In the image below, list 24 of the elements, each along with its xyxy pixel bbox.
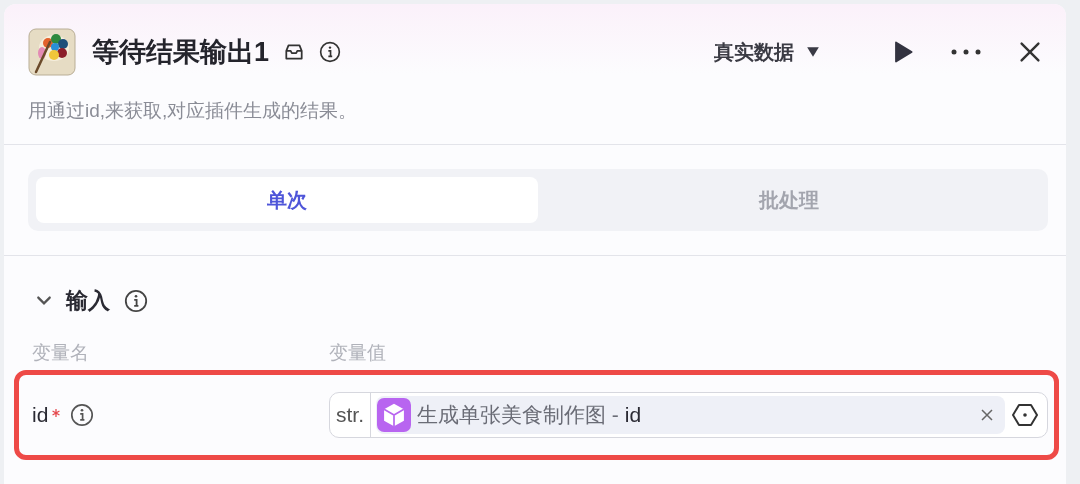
section-title: 输入 bbox=[66, 287, 110, 315]
column-header: 变量名 bbox=[32, 341, 90, 365]
more-icon[interactable] bbox=[950, 48, 982, 56]
variable-name: id bbox=[32, 403, 49, 427]
hexagon-icon[interactable] bbox=[1011, 403, 1039, 427]
cube-icon bbox=[377, 398, 411, 432]
source-node-name: 生成单张美食制作图 - bbox=[417, 402, 619, 428]
info-icon[interactable] bbox=[319, 41, 342, 63]
palette-icon bbox=[28, 28, 76, 76]
caret-icon bbox=[806, 46, 820, 58]
close-icon[interactable] bbox=[1018, 40, 1042, 64]
field-name: id bbox=[624, 403, 642, 427]
reference-tag[interactable]: 生成单张美食制作图 - id bbox=[376, 396, 1005, 434]
mode-dropdown[interactable]: 真实数据 bbox=[714, 38, 820, 66]
info-icon[interactable] bbox=[124, 289, 148, 313]
info-icon[interactable] bbox=[70, 403, 95, 427]
node-description: 用通过id,来获取,对应插件生成的结果。 bbox=[28, 99, 359, 123]
clear-icon[interactable] bbox=[981, 409, 993, 421]
node-title: 等待结果输出1 bbox=[92, 36, 270, 69]
chevron-icon[interactable] bbox=[36, 295, 52, 307]
column-header: 变量值 bbox=[329, 341, 387, 365]
type-label: str. bbox=[330, 393, 371, 437]
value-field[interactable]: str. 生成单张美食制作图 - id bbox=[329, 392, 1048, 438]
tab[interactable]: 单次 bbox=[36, 177, 538, 223]
